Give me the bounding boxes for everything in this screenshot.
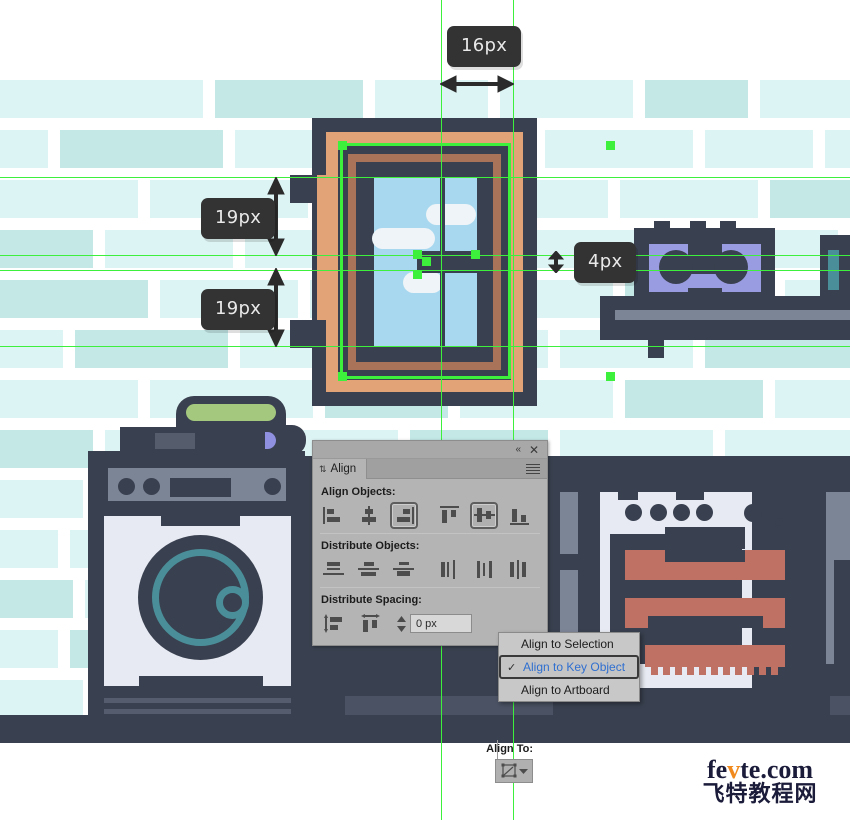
panel-divider xyxy=(320,533,540,534)
align-to-label: Align To: xyxy=(486,743,533,755)
panel-title: Align xyxy=(330,463,357,475)
panel-tab-row[interactable]: ⇅ Align xyxy=(313,459,547,479)
chevron-down-icon xyxy=(518,768,528,774)
oven-rack xyxy=(645,645,785,675)
align-top-button[interactable] xyxy=(436,502,464,529)
watermark-domain: fevte.com xyxy=(680,757,840,783)
vertical-distribute-top-button[interactable] xyxy=(320,556,348,583)
panel-menu-icon[interactable] xyxy=(526,464,540,476)
selection-anchor[interactable] xyxy=(422,257,431,266)
tab-align[interactable]: ⇅ Align xyxy=(313,459,368,479)
align-horizontal-center-button[interactable] xyxy=(355,502,383,529)
selection-anchor[interactable] xyxy=(471,250,480,259)
watermark-chinese: 飞特教程网 xyxy=(702,782,818,807)
horizontal-distribute-center-button[interactable] xyxy=(470,556,498,583)
selection-anchor[interactable] xyxy=(606,141,615,150)
close-icon[interactable]: ✕ xyxy=(529,443,539,457)
measurement-label-19px-top: 19px xyxy=(201,198,276,239)
measurement-label-16px: 16px xyxy=(447,26,522,67)
updown-arrows-icon: ⇅ xyxy=(319,463,327,474)
watermark-part-b: te.com xyxy=(740,755,814,784)
vertical-distribute-center-button[interactable] xyxy=(355,556,383,583)
menu-item-label: Align to Artboard xyxy=(521,683,610,697)
menu-item-label: Align to Key Object xyxy=(523,660,626,674)
watermark-part-a: fe xyxy=(706,755,728,784)
horizontal-distribute-right-button[interactable] xyxy=(505,556,533,583)
align-left-button[interactable] xyxy=(320,502,348,529)
spacing-value-field[interactable]: 0 px xyxy=(410,614,472,633)
green-towel xyxy=(186,404,276,421)
align-panel[interactable]: « ✕ ⇅ Align Align Objects: Distribute Ob… xyxy=(312,440,548,783)
horizontal-distribute-space-button[interactable] xyxy=(356,610,385,637)
watermark: fevte.com 飞特教程网 xyxy=(680,757,840,807)
horizontal-distribute-left-button[interactable] xyxy=(435,556,463,583)
measurement-label-4px: 4px xyxy=(574,242,637,283)
check-icon: ✓ xyxy=(507,662,517,674)
align-objects-label: Align Objects: xyxy=(321,486,396,498)
selection-anchor[interactable] xyxy=(338,372,347,381)
menu-item-label: Align to Selection xyxy=(521,637,614,651)
spacing-stepper[interactable] xyxy=(395,615,408,633)
panel-titlebar[interactable]: « ✕ xyxy=(313,441,547,459)
distribute-spacing-label: Distribute Spacing: xyxy=(321,594,422,606)
vertical-distribute-bottom-button[interactable] xyxy=(390,556,418,583)
menu-item-align-to-key-object[interactable]: ✓ Align to Key Object xyxy=(499,655,639,679)
measure-arrow-horizontal xyxy=(438,74,516,99)
align-objects-buttons xyxy=(320,502,540,529)
align-right-button[interactable] xyxy=(389,502,418,529)
floor-strip xyxy=(0,715,850,743)
selection-anchor[interactable] xyxy=(606,372,615,381)
menu-item-align-to-selection[interactable]: Align to Selection xyxy=(499,633,639,655)
panel-divider xyxy=(320,587,540,588)
align-vertical-center-button[interactable] xyxy=(470,502,499,529)
selection-anchor[interactable] xyxy=(338,141,347,150)
watermark-part-v: v xyxy=(727,755,741,784)
measurement-label-19px-bottom: 19px xyxy=(201,289,276,330)
align-to-dropdown-button[interactable] xyxy=(495,759,533,783)
guide-vertical xyxy=(441,0,442,820)
distribute-objects-buttons xyxy=(320,556,540,583)
align-to-dropdown-menu[interactable]: Align to Selection ✓ Align to Key Object… xyxy=(498,632,640,702)
selection-anchor[interactable] xyxy=(413,250,422,259)
selection-anchor[interactable] xyxy=(413,270,422,279)
align-bottom-button[interactable] xyxy=(505,502,533,529)
illustrator-canvas: 16px 19px 19px 4px « ✕ ⇅ Align Align Obj… xyxy=(0,0,850,820)
distribute-objects-label: Distribute Objects: xyxy=(321,540,420,552)
collapse-icon[interactable]: « xyxy=(515,445,521,455)
measure-arrow-small xyxy=(546,250,566,278)
menu-item-align-to-artboard[interactable]: Align to Artboard xyxy=(499,679,639,701)
vertical-distribute-space-button[interactable] xyxy=(320,610,349,637)
